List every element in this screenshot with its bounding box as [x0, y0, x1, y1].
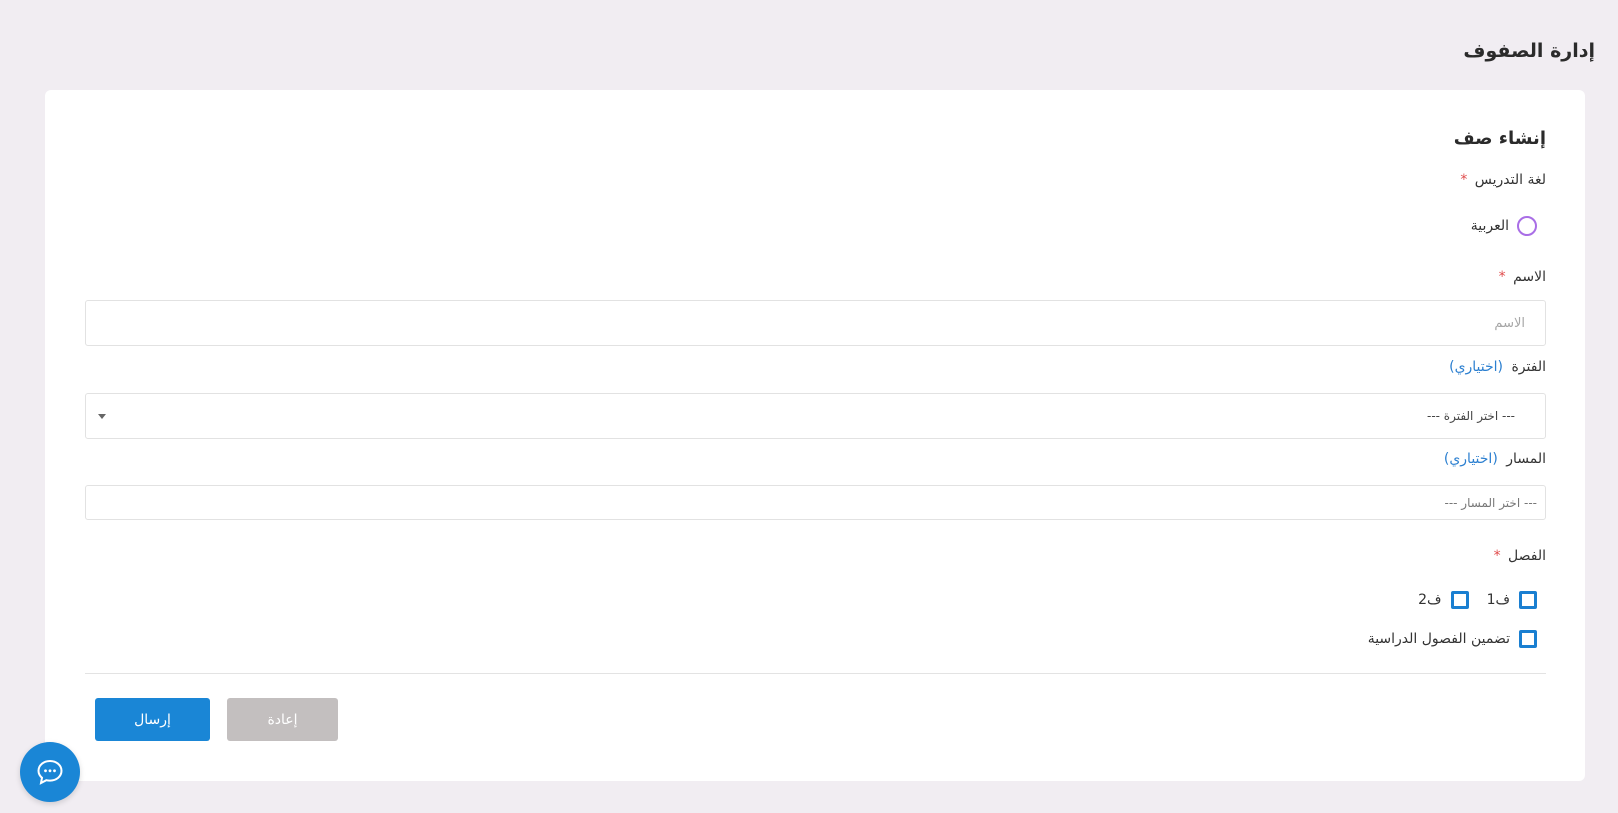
track-select-value: --- اختر المسار --- [1444, 495, 1537, 510]
submit-button[interactable]: إرسال [95, 698, 210, 741]
track-label: المسار (اختياري) [1444, 451, 1546, 467]
period-select-value: --- اختر الفترة --- [1426, 409, 1515, 423]
checkbox[interactable] [1450, 591, 1469, 609]
page: إدارة الصفوف إنشاء صف لغة التدريس * العر… [0, 0, 1618, 813]
include-semesters-option[interactable]: تضمين الفصول الدراسية [1368, 630, 1537, 648]
semester-options: ف1 ف2 [1418, 591, 1537, 609]
chevron-down-icon [98, 413, 106, 419]
required-mark: * [1493, 548, 1501, 564]
optional-mark: (اختياري) [1443, 451, 1498, 467]
period-select[interactable]: --- اختر الفترة --- [85, 393, 1546, 439]
page-title: إدارة الصفوف [1463, 40, 1595, 62]
track-label-text: المسار [1506, 451, 1546, 467]
semester-option-label: ف1 [1486, 592, 1510, 608]
name-input[interactable] [85, 300, 1546, 346]
create-class-card: إنشاء صف لغة التدريس * العربية الاسم * ا… [45, 90, 1585, 781]
semester-option-1[interactable]: ف1 [1487, 591, 1537, 609]
semester-option-2[interactable]: ف2 [1418, 591, 1469, 609]
form-title: إنشاء صف [1453, 128, 1546, 149]
track-select[interactable]: --- اختر المسار --- [85, 485, 1546, 520]
language-option-label: العربية [1470, 218, 1509, 234]
divider [85, 673, 1546, 674]
required-mark: * [1460, 172, 1468, 188]
language-label: لغة التدريس * [1460, 172, 1546, 188]
radio-button[interactable] [1517, 216, 1537, 236]
chat-bubble-icon [37, 759, 63, 785]
required-mark: * [1498, 269, 1506, 285]
semester-option-label: ف2 [1418, 592, 1442, 608]
semester-label: الفصل * [1494, 548, 1546, 564]
checkbox[interactable] [1519, 591, 1537, 609]
optional-mark: (اختياري) [1449, 359, 1504, 375]
checkbox[interactable] [1519, 630, 1537, 648]
reset-button[interactable]: إعادة [227, 698, 338, 741]
include-semesters-label: تضمين الفصول الدراسية [1367, 631, 1510, 647]
language-option-arabic[interactable]: العربية [1471, 216, 1537, 236]
period-label: الفترة (اختياري) [1449, 359, 1546, 375]
chat-button[interactable] [20, 742, 80, 802]
semester-label-text: الفصل [1508, 548, 1546, 564]
name-label: الاسم * [1499, 269, 1546, 285]
language-label-text: لغة التدريس [1474, 172, 1546, 188]
period-label-text: الفترة [1511, 359, 1546, 375]
name-label-text: الاسم [1513, 269, 1546, 285]
